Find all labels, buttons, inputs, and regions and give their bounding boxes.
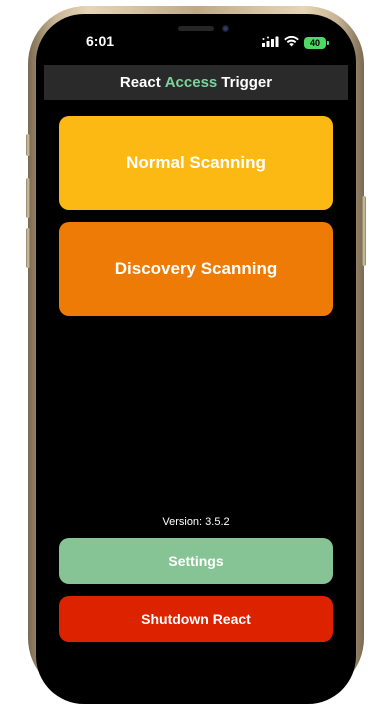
front-camera — [222, 25, 229, 32]
signal-icon — [262, 34, 279, 52]
battery-icon: 40 — [304, 37, 329, 49]
title-access: Access — [164, 74, 218, 91]
normal-scanning-button[interactable]: Normal Scanning — [59, 116, 333, 210]
side-button-left-3 — [26, 228, 30, 268]
settings-button[interactable]: Settings — [59, 538, 333, 584]
title-react: React — [119, 74, 161, 91]
discovery-scanning-button[interactable]: Discovery Scanning — [59, 222, 333, 316]
version-label: Version: 3.5.2 — [162, 516, 230, 528]
speaker-grille — [178, 26, 214, 31]
status-icons: 40 — [262, 34, 329, 52]
wifi-icon — [284, 34, 299, 52]
status-time: 6:01 — [86, 33, 115, 49]
side-button-left-1 — [26, 134, 30, 156]
shutdown-react-button[interactable]: Shutdown React — [59, 596, 333, 642]
side-button-right — [362, 196, 366, 266]
side-button-left-2 — [26, 178, 30, 218]
title-trigger: Trigger — [221, 74, 273, 91]
app-title-bar: React Access Trigger — [44, 65, 348, 100]
